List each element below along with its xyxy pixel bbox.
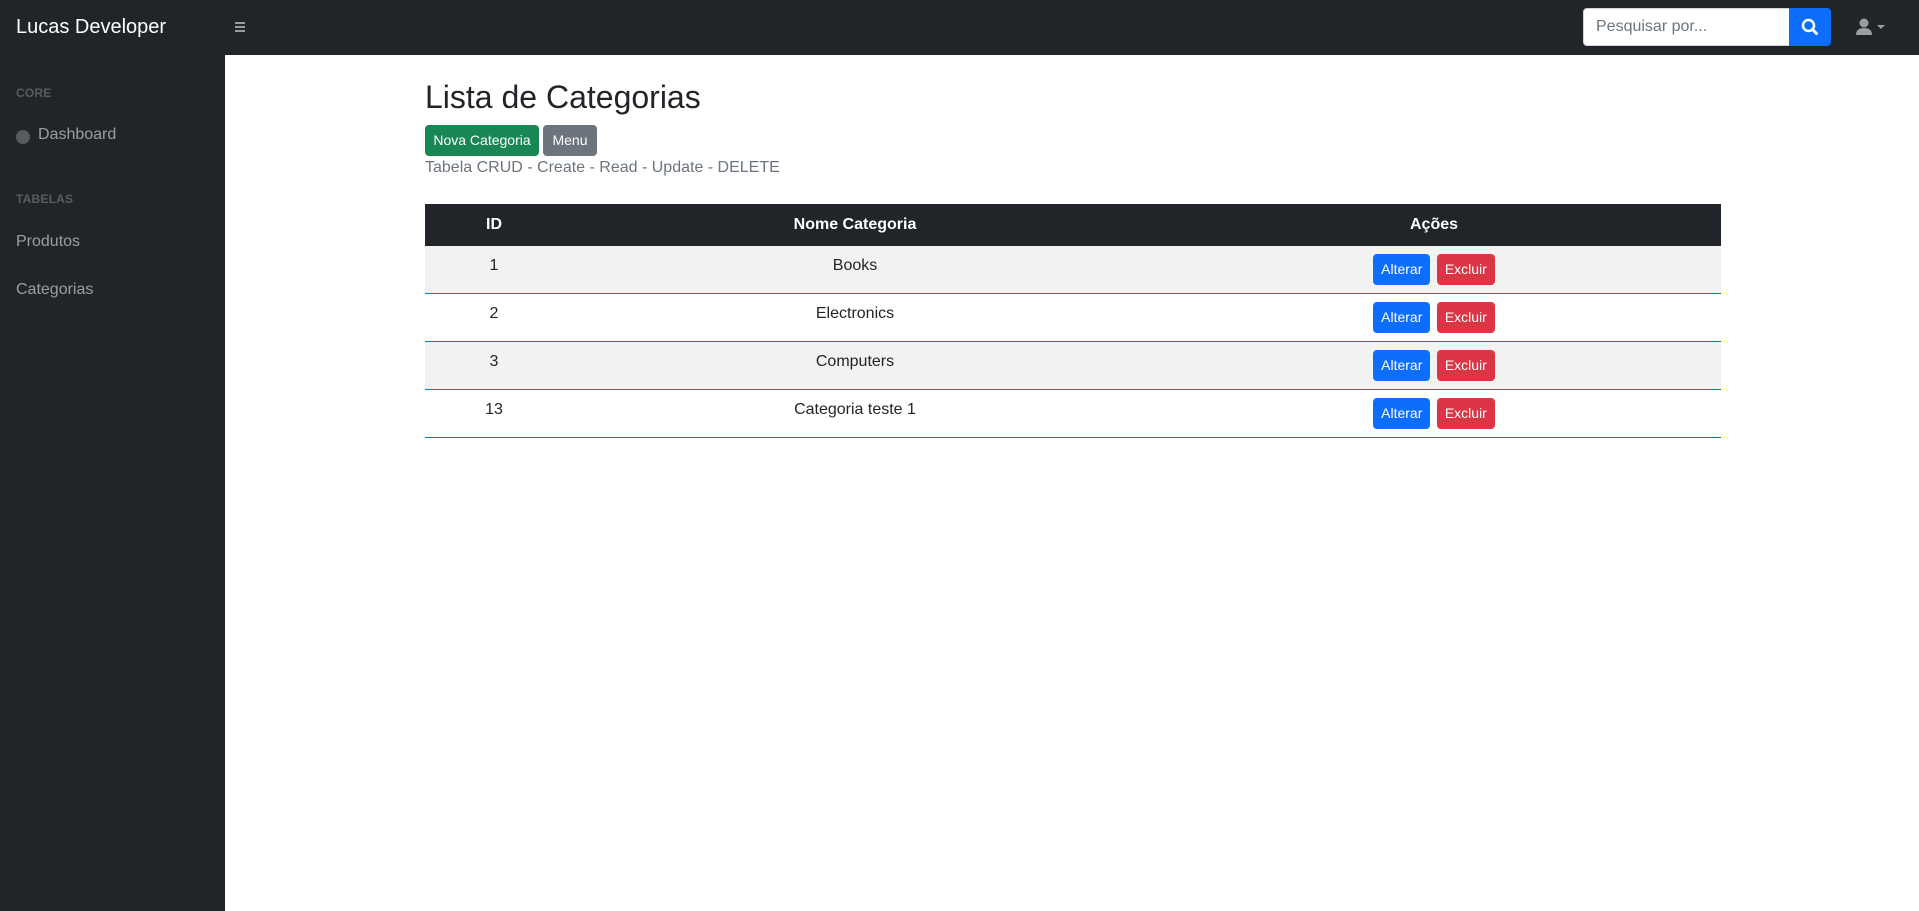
brand-link[interactable]: Lucas Developer <box>16 0 166 55</box>
cell-name: Categoria teste 1 <box>794 401 916 418</box>
table-row: 2 Electronics Alterar Excluir <box>425 294 1721 342</box>
page-subtitle: Tabela CRUD - Create - Read - Update - D… <box>425 159 780 176</box>
header-id: ID <box>486 216 502 233</box>
sidebar-item-categorias[interactable]: Categorias <box>16 281 93 299</box>
delete-button[interactable]: Excluir <box>1436 254 1495 285</box>
cell-id: 13 <box>485 401 503 418</box>
sidebar-toggle-icon[interactable] <box>232 17 248 37</box>
delete-button[interactable]: Excluir <box>1436 302 1495 333</box>
search-icon <box>1801 18 1818 35</box>
search-button[interactable] <box>1789 8 1831 46</box>
search-input[interactable] <box>1583 8 1789 46</box>
delete-button[interactable]: Excluir <box>1436 398 1495 429</box>
cell-id: 3 <box>489 353 499 370</box>
edit-button[interactable]: Alterar <box>1373 350 1431 381</box>
cell-name: Computers <box>815 353 895 370</box>
categories-table: ID Nome Categoria Ações 1 Books Alterar … <box>425 204 1721 438</box>
table-row: 1 Books Alterar Excluir <box>425 246 1721 294</box>
user-icon <box>1856 18 1885 35</box>
new-category-button[interactable]: Nova Categoria <box>425 125 539 156</box>
sidebar-heading-core: CORE <box>16 86 52 100</box>
header-name: Nome Categoria <box>793 216 917 233</box>
user-dropdown[interactable] <box>1851 15 1891 39</box>
top-navbar: Lucas Developer <box>0 0 1919 55</box>
table-row: 3 Computers Alterar Excluir <box>425 342 1721 390</box>
edit-button[interactable]: Alterar <box>1373 302 1431 333</box>
cell-id: 2 <box>489 305 499 322</box>
dashboard-icon <box>16 130 30 144</box>
sidebar: CORE Dashboard TABELAS Produtos Categori… <box>0 55 225 911</box>
cell-id: 1 <box>489 257 499 274</box>
cell-name: Books <box>832 257 878 274</box>
menu-button[interactable]: Menu <box>543 125 597 156</box>
header-actions: Ações <box>1409 216 1459 233</box>
edit-button[interactable]: Alterar <box>1373 398 1431 429</box>
sidebar-item-produtos[interactable]: Produtos <box>16 233 80 251</box>
main-content: Lista de Categorias Nova Categoria Menu … <box>225 55 1919 911</box>
delete-button[interactable]: Excluir <box>1436 350 1495 381</box>
sidebar-heading-tabelas: TABELAS <box>16 192 74 206</box>
table-header: ID Nome Categoria Ações <box>425 204 1721 246</box>
sidebar-item-dashboard[interactable]: Dashboard <box>38 126 116 144</box>
table-row: 13 Categoria teste 1 Alterar Excluir <box>425 390 1721 438</box>
cell-name: Electronics <box>815 305 895 322</box>
page-title: Lista de Categorias <box>425 79 701 115</box>
caret-down-icon <box>1877 25 1885 29</box>
edit-button[interactable]: Alterar <box>1373 254 1431 285</box>
